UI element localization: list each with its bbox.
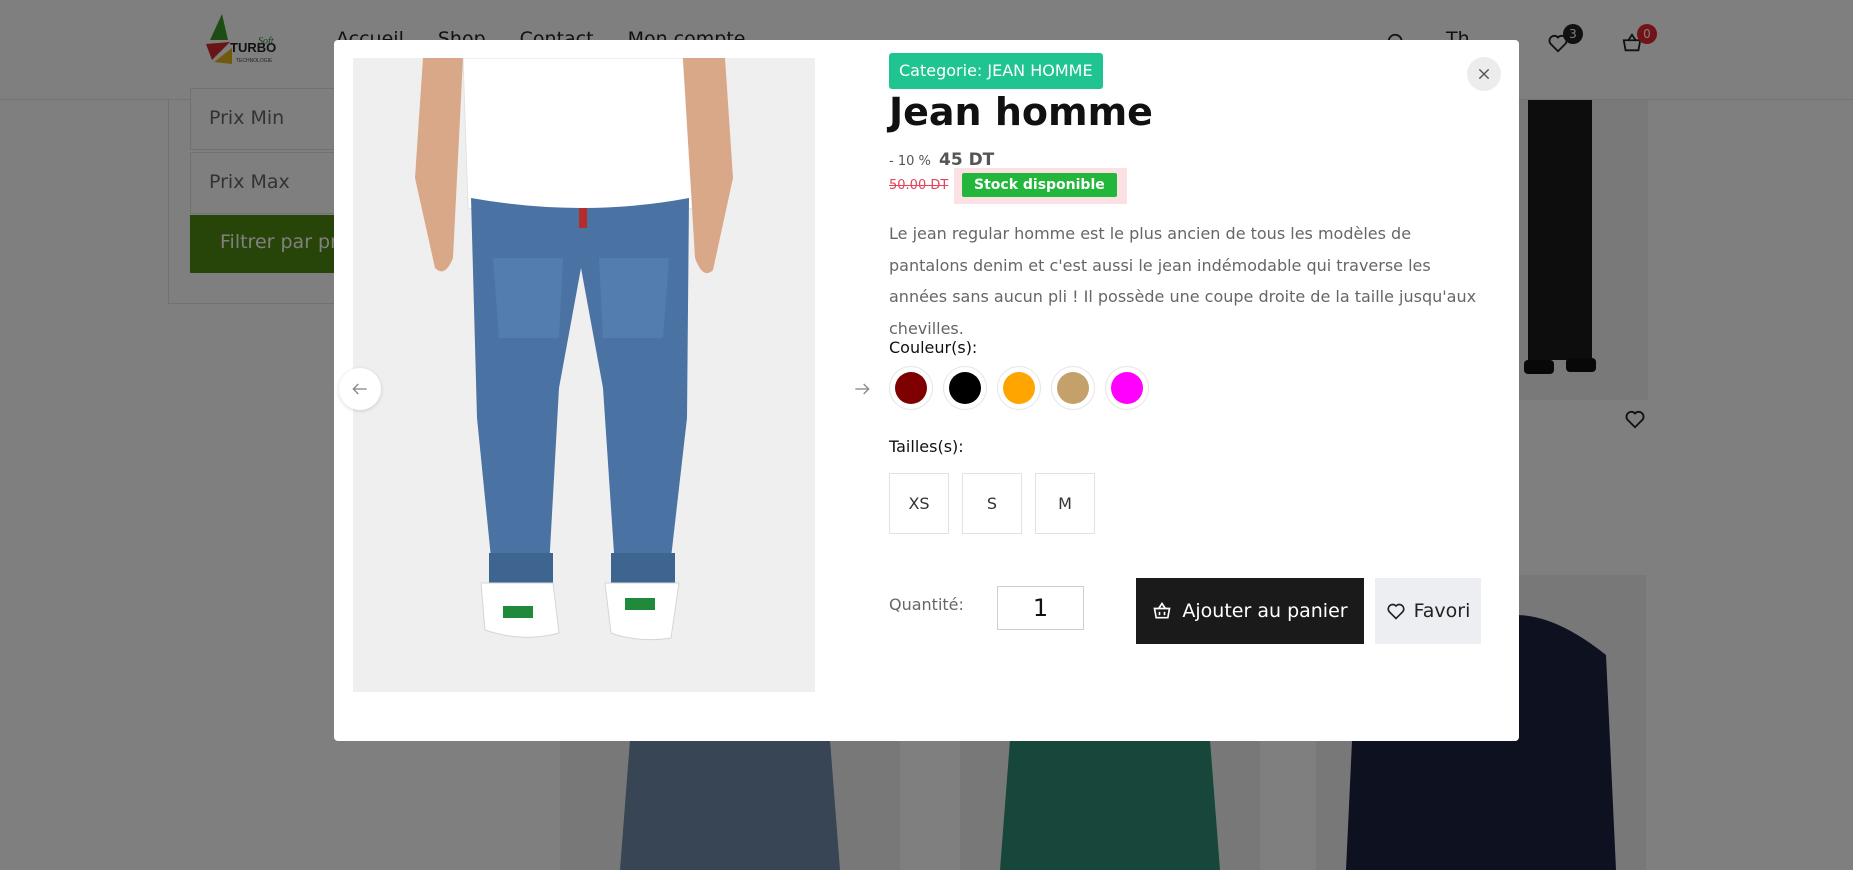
swatch-fill [949,372,981,404]
stock-status-badge: Stock disponible [962,173,1117,197]
heart-icon [1387,603,1405,620]
color-swatch-dark-red[interactable] [889,366,933,410]
color-swatch-black[interactable] [943,366,987,410]
old-price: 50.00 DT [889,178,949,193]
swatch-fill [1111,372,1143,404]
color-swatch-tan[interactable] [1051,366,1095,410]
category-badge[interactable]: Categorie: JEAN HOMME [889,53,1103,89]
product-gallery [353,58,815,692]
arrow-left-icon [352,383,367,395]
discount-percent: - 10 % [889,154,931,169]
add-to-cart-button[interactable]: Ajouter au panier [1136,578,1364,644]
gallery-prev-button[interactable] [339,368,381,410]
color-swatch-orange[interactable] [997,366,1041,410]
swatch-fill [1057,372,1089,404]
size-option-xs[interactable]: XS [889,473,949,534]
add-to-cart-label: Ajouter au panier [1182,600,1348,622]
product-description: Le jean regular homme est le plus ancien… [889,224,1477,338]
arrow-right-icon [855,383,870,395]
discount-line: - 10 % 45 DT [889,150,994,170]
swatch-fill [1003,372,1035,404]
color-swatches [889,366,1149,410]
color-swatch-magenta[interactable] [1105,366,1149,410]
favorite-label: Favori [1413,600,1471,622]
quick-view-modal: Categorie: JEAN HOMME Jean homme - 10 % … [334,40,1519,741]
favorite-button[interactable]: Favori [1375,578,1481,644]
swatch-fill [895,372,927,404]
colors-label: Couleur(s): [889,338,978,357]
size-option-m[interactable]: M [1035,473,1095,534]
size-option-s[interactable]: S [962,473,1022,534]
close-modal-button[interactable] [1467,57,1501,91]
quantity-input[interactable] [997,586,1084,630]
gallery-next-button[interactable] [841,368,883,410]
close-icon [1478,68,1490,80]
size-options: XS S M [889,473,1095,534]
product-image [353,58,815,692]
sizes-label: Tailles(s): [889,437,964,456]
basket-icon [1153,601,1171,619]
stock-status-wrapper: Stock disponible [954,168,1127,204]
product-price: 45 DT [939,150,995,170]
product-title: Jean homme [889,90,1153,134]
quantity-label: Quantité: [889,595,964,614]
